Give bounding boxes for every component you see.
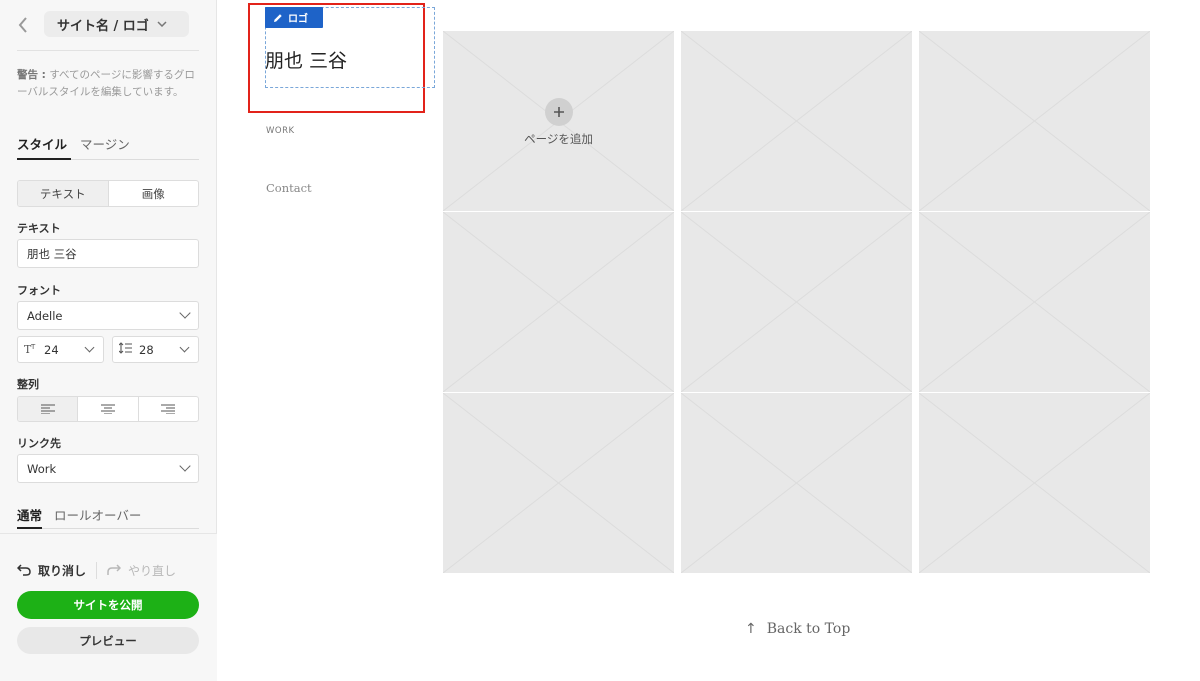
- chevron-down-icon: [157, 21, 167, 27]
- placeholder-icon: [443, 212, 674, 392]
- font-size-icon: TT: [18, 342, 44, 357]
- font-value: Adelle: [27, 308, 63, 323]
- logo-tag-label: ロゴ: [288, 14, 308, 25]
- project-placeholder[interactable]: [681, 393, 912, 573]
- chevron-down-icon: [84, 342, 95, 353]
- history-controls: 取り消し やり直し: [17, 561, 199, 579]
- preview-button[interactable]: プレビュー: [17, 627, 199, 654]
- tab-style[interactable]: スタイル: [17, 134, 72, 160]
- placeholder-icon: [681, 212, 912, 392]
- site-logo-text[interactable]: 朋也 三谷: [265, 46, 347, 73]
- align-center-button[interactable]: [77, 397, 137, 421]
- logo-text-value: 朋也 三谷: [27, 246, 77, 261]
- placeholder-icon: [919, 31, 1150, 211]
- global-style-warning: 警告 : すべてのページに影響するグローバルスタイルを編集しています。: [17, 67, 199, 100]
- redo-button[interactable]: やり直し: [96, 561, 177, 579]
- section-title: サイト名 / ロゴ: [57, 18, 149, 34]
- sidebar-footer: 取り消し やり直し サイトを公開 プレビュー: [0, 533, 217, 681]
- logo-text-input[interactable]: 朋也 三谷: [17, 239, 199, 268]
- undo-button[interactable]: 取り消し: [17, 562, 86, 579]
- project-placeholder[interactable]: [443, 212, 674, 392]
- align-label: 整列: [17, 378, 39, 391]
- placeholder-icon: [681, 393, 912, 573]
- text-label: テキスト: [17, 222, 61, 235]
- back-to-top-link[interactable]: ↑ Back to Top: [745, 621, 850, 637]
- undo-label: 取り消し: [38, 563, 87, 578]
- arrow-up-icon: ↑: [745, 621, 757, 637]
- line-height-value: 28: [139, 342, 154, 357]
- logo-edit-tag[interactable]: ロゴ: [265, 7, 323, 28]
- tab-normal[interactable]: 通常: [17, 505, 43, 529]
- tab-margin[interactable]: マージン: [80, 134, 130, 153]
- line-height-icon: [113, 342, 139, 357]
- placeholder-icon: [443, 393, 674, 573]
- alignment-buttons: [17, 396, 199, 422]
- chevron-down-icon: [179, 342, 190, 353]
- placeholder-icon: [919, 393, 1150, 573]
- project-placeholder[interactable]: [919, 31, 1150, 211]
- undo-icon: [17, 564, 31, 576]
- redo-icon: [107, 564, 122, 575]
- nav-link-contact[interactable]: Contact: [266, 181, 312, 195]
- warning-label: 警告 :: [17, 69, 46, 81]
- project-placeholder[interactable]: [919, 212, 1150, 392]
- image-type-button[interactable]: 画像: [107, 181, 199, 206]
- back-button[interactable]: [14, 14, 32, 36]
- align-right-icon: [161, 404, 176, 414]
- nav-link-work[interactable]: WORK: [266, 126, 295, 136]
- style-tabs: スタイル マージン: [17, 134, 199, 160]
- project-placeholder[interactable]: [443, 393, 674, 573]
- font-label: フォント: [17, 284, 61, 297]
- project-placeholder[interactable]: [919, 393, 1150, 573]
- font-size-select[interactable]: TT 24: [17, 336, 104, 363]
- align-left-icon: [40, 404, 55, 414]
- placeholder-icon: [681, 31, 912, 211]
- align-center-icon: [100, 404, 115, 414]
- sidebar-header: サイト名 / ロゴ: [0, 0, 217, 50]
- link-target-select[interactable]: Work: [17, 454, 199, 483]
- font-size-value: 24: [44, 342, 59, 357]
- divider: [17, 50, 199, 51]
- project-placeholder[interactable]: [681, 31, 912, 211]
- link-target-value: Work: [27, 461, 57, 476]
- state-tabs: 通常 ロールオーバー: [17, 505, 199, 529]
- back-to-top-label: Back to Top: [766, 621, 851, 637]
- align-right-button[interactable]: [137, 397, 198, 421]
- publish-site-button[interactable]: サイトを公開: [17, 591, 199, 619]
- plus-icon: [544, 98, 573, 126]
- pencil-icon: [274, 13, 282, 22]
- align-left-button[interactable]: [18, 397, 78, 421]
- settings-sidebar: サイト名 / ロゴ 警告 : すべてのページに影響するグローバルスタイルを編集し…: [0, 0, 217, 681]
- line-height-select[interactable]: 28: [112, 336, 199, 363]
- font-select[interactable]: Adelle: [17, 301, 199, 330]
- link-label: リンク先: [17, 437, 61, 450]
- svg-text:T: T: [30, 343, 36, 351]
- text-type-button[interactable]: テキスト: [18, 181, 108, 206]
- tab-rollover[interactable]: ロールオーバー: [54, 505, 141, 524]
- add-page-button[interactable]: ページを追加: [443, 98, 674, 147]
- content-type-toggle: テキスト 画像: [17, 180, 199, 207]
- section-title-dropdown[interactable]: サイト名 / ロゴ: [44, 11, 189, 37]
- redo-label: やり直し: [128, 563, 177, 578]
- chevron-left-icon: [18, 17, 27, 33]
- chevron-down-icon: [179, 460, 191, 472]
- project-placeholder[interactable]: [681, 212, 912, 392]
- add-page-label: ページを追加: [524, 132, 593, 146]
- chevron-down-icon: [179, 307, 191, 319]
- placeholder-icon: [919, 212, 1150, 392]
